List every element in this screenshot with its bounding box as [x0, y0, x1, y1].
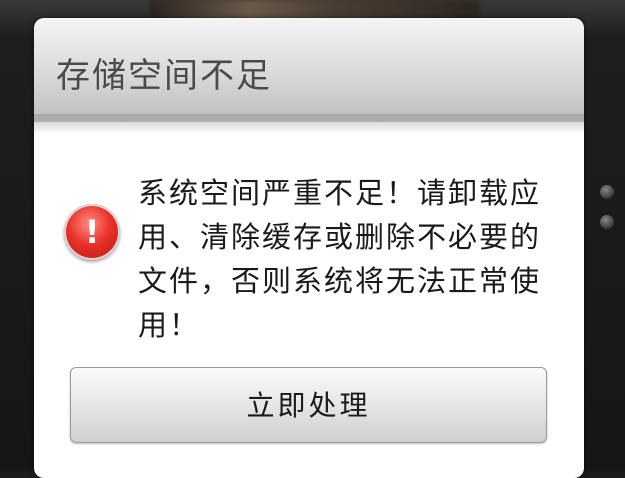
warning-icon: ! [64, 204, 120, 260]
side-indicator-dot [600, 185, 614, 199]
header-divider [34, 114, 584, 134]
side-indicator-dot [600, 215, 614, 229]
dialog-message: 系统空间严重不足！请卸载应用、清除缓存或删除不必要的文件，否则系统将无法正常使用… [138, 176, 542, 342]
dialog-title: 存储空间不足 [56, 56, 272, 96]
handle-now-button[interactable]: 立即处理 [70, 367, 547, 443]
storage-warning-dialog: 存储空间不足 ! 系统空间严重不足！请卸载应用、清除缓存或删除不必要的文件，否则… [34, 18, 584, 478]
exclamation-mark: ! [84, 213, 100, 251]
dialog-header: 存储空间不足 [34, 18, 584, 122]
